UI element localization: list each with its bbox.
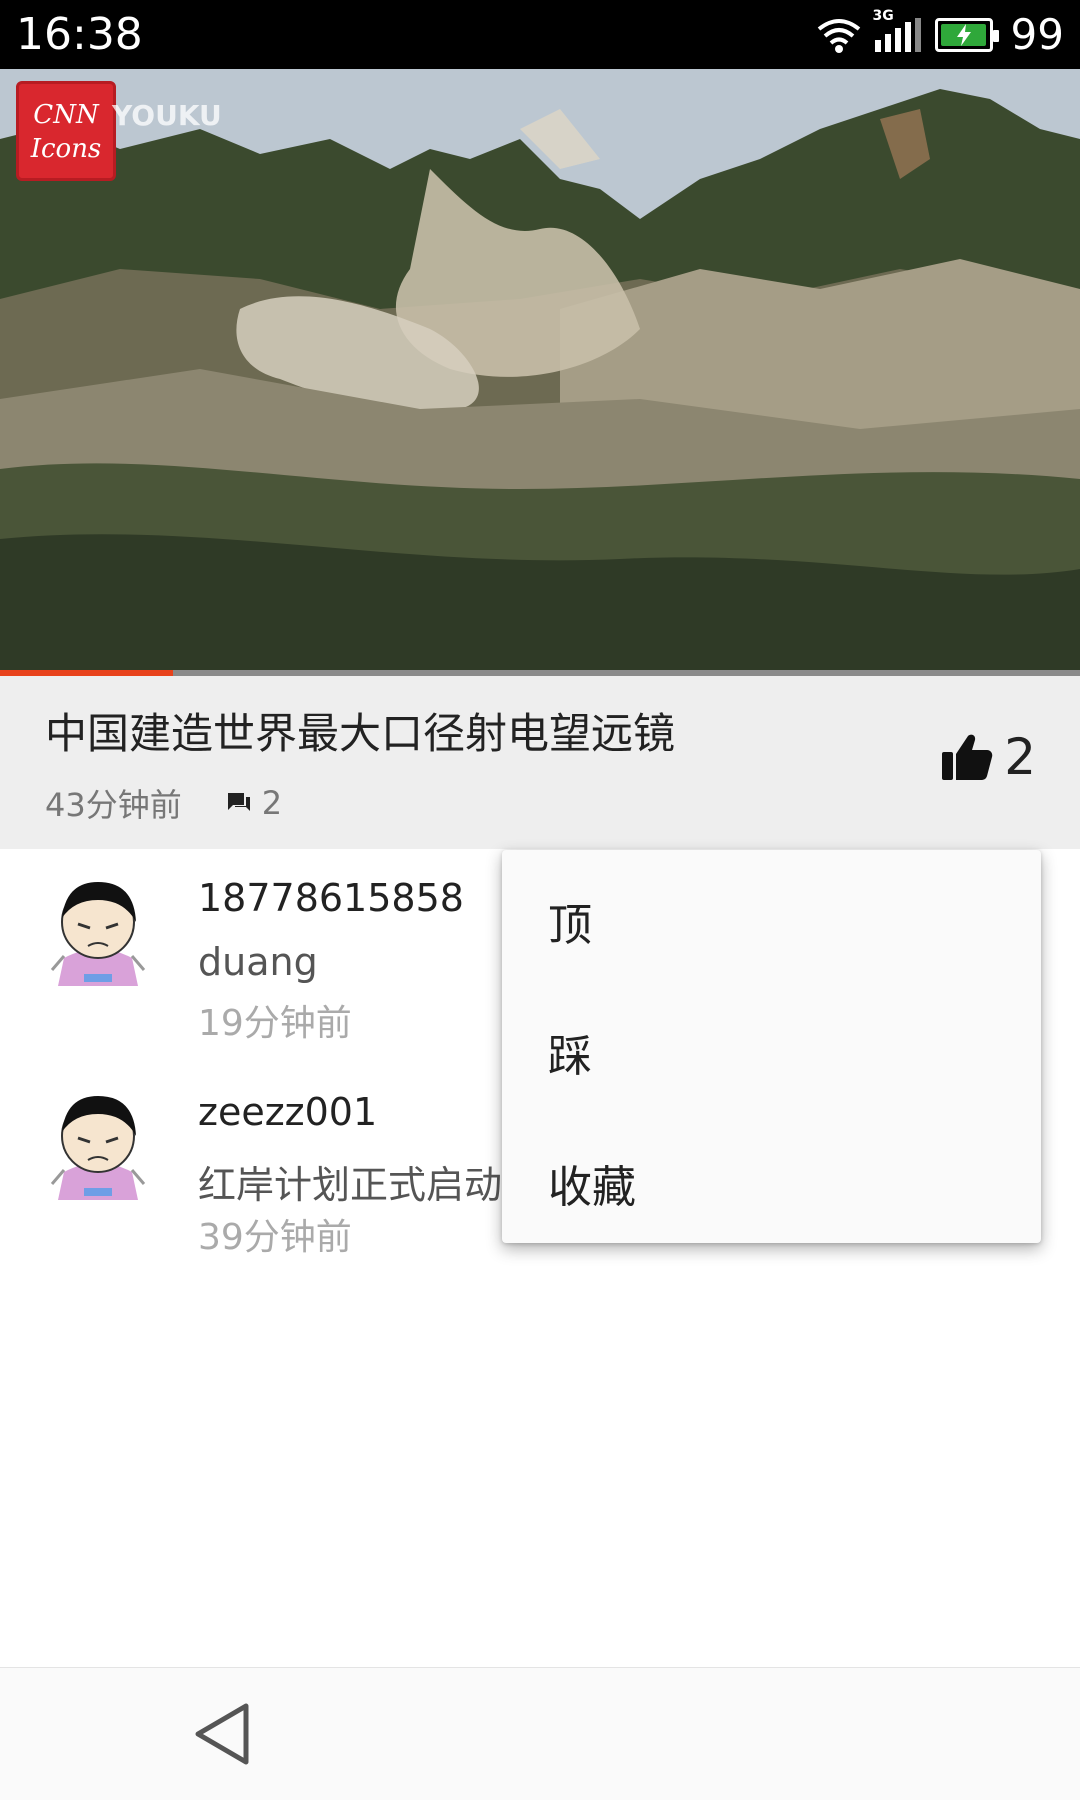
back-icon[interactable] [186, 1698, 258, 1770]
video-player[interactable]: CNN Icons YOUKU [0, 69, 1080, 675]
app-screen: 16:38 3G 99 CNN Icons YOUKU 中国建造世界最大口径射电… [0, 0, 1080, 1800]
comment-text: 红岸计划正式启动 [198, 1163, 503, 1207]
post-title: 中国建造世界最大口径射电望远镜 [45, 709, 676, 758]
post-info-panel: 中国建造世界最大口径射电望远镜 43分钟前 2 2 [0, 676, 1080, 849]
status-bar: 16:38 3G 99 [0, 0, 1080, 69]
network-type-label: 3G [872, 8, 894, 24]
signal-icon: 3G [873, 8, 921, 52]
avatar[interactable] [44, 1084, 152, 1204]
comment-username[interactable]: zeezz001 [198, 1090, 377, 1134]
comment-count-value: 2 [261, 784, 283, 822]
comment-time: 39分钟前 [198, 1217, 352, 1258]
navigation-bar [0, 1667, 1080, 1800]
status-icons: 3G 99 [817, 8, 1064, 60]
menu-item-downvote[interactable]: 踩 [548, 1007, 998, 1097]
channel-logo: CNN Icons [16, 81, 116, 181]
menu-item-favorite[interactable]: 收藏 [548, 1138, 998, 1228]
post-meta: 43分钟前 2 [45, 780, 282, 826]
wifi-icon [817, 19, 860, 53]
avatar[interactable] [44, 870, 152, 990]
context-menu: 顶 踩 收藏 [502, 850, 1041, 1243]
comment-time: 19分钟前 [198, 1003, 352, 1044]
battery-percent: 99 [1010, 10, 1064, 59]
menu-item-upvote[interactable]: 顶 [548, 876, 998, 966]
charging-bolt-icon [956, 24, 971, 46]
post-time: 43分钟前 [45, 786, 182, 824]
comment-username[interactable]: 18778615858 [198, 876, 464, 920]
status-time: 16:38 [16, 9, 143, 60]
video-frame [0, 69, 1080, 675]
comment-text: duang [198, 940, 318, 984]
thumbs-up-icon [942, 734, 993, 780]
video-watermark: YOUKU [112, 99, 222, 132]
comment-icon [227, 793, 250, 811]
like-count: 2 [1004, 728, 1036, 786]
battery-icon [934, 18, 999, 52]
like-button[interactable]: 2 [940, 728, 1036, 786]
comment-count[interactable]: 2 [226, 784, 282, 822]
